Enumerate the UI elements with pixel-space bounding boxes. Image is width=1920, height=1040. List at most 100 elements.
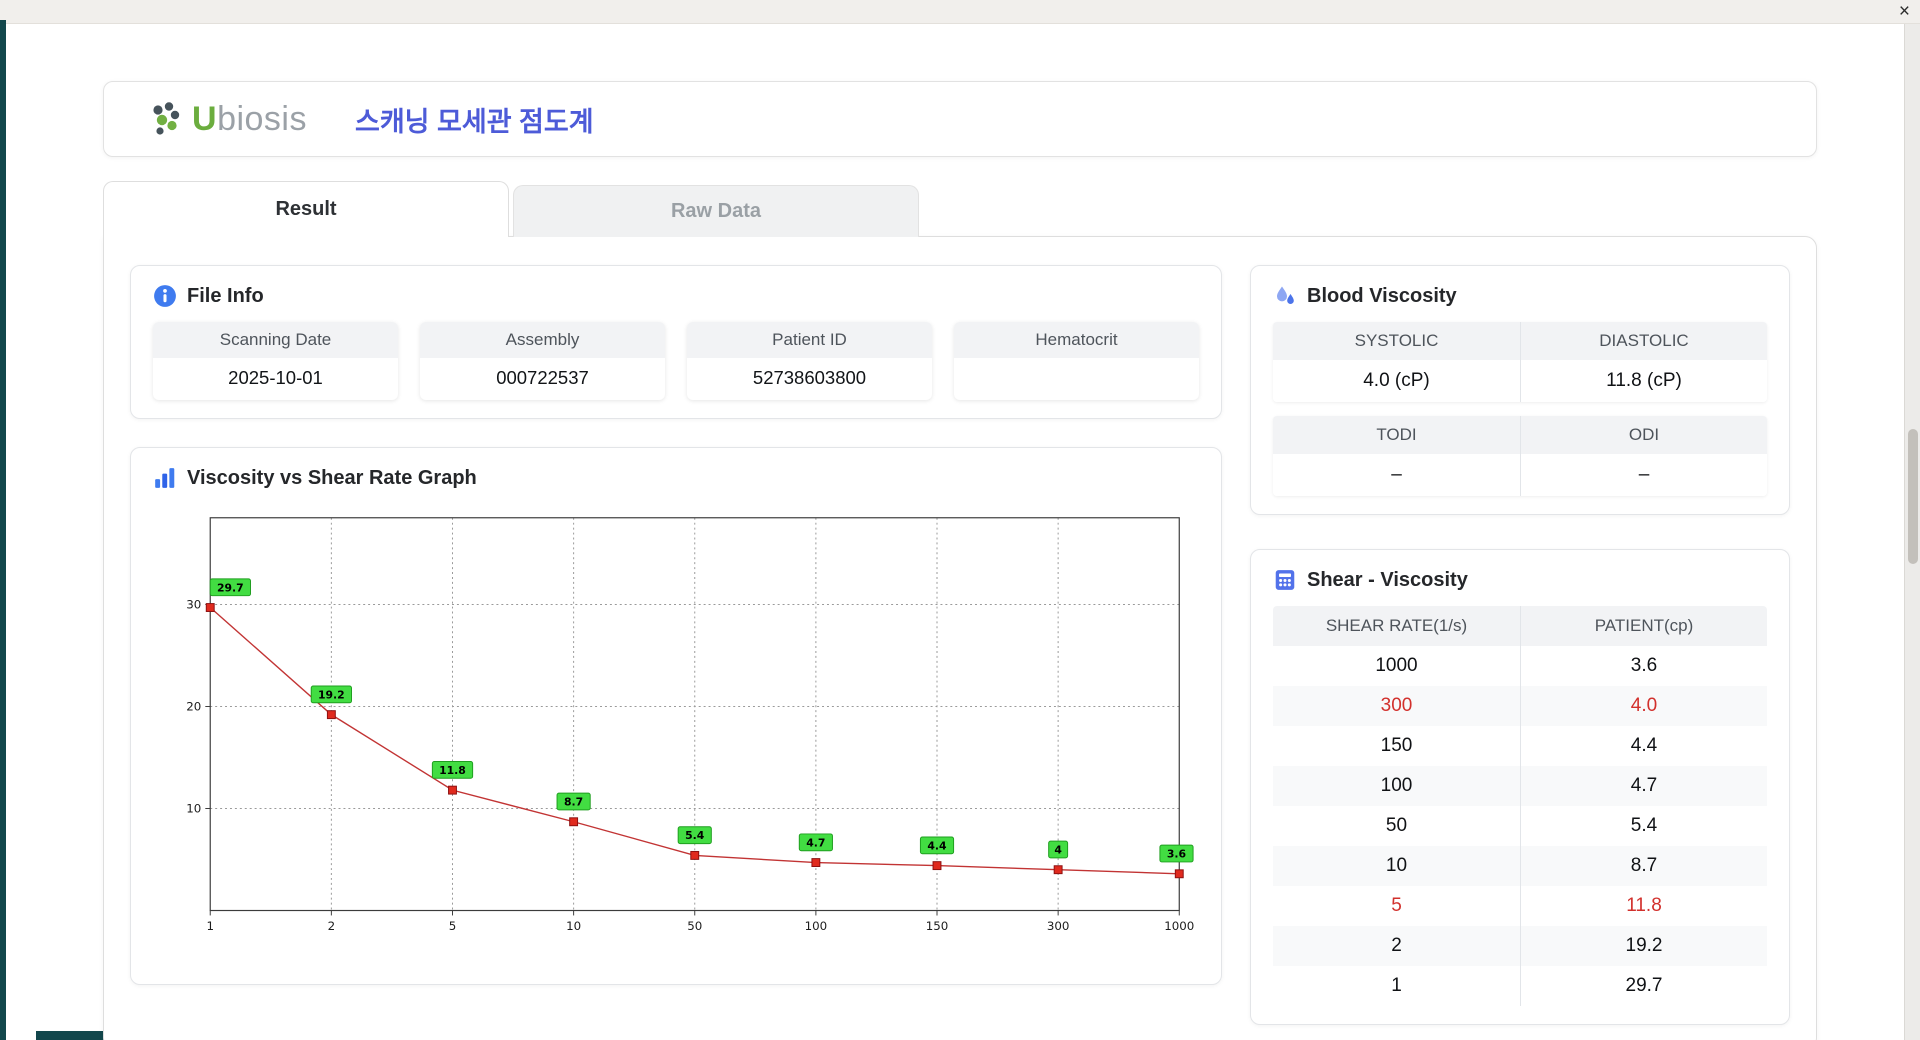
blood-viscosity-header: Blood Viscosity [1273,284,1767,308]
blood-viscosity-title: Blood Viscosity [1307,284,1457,307]
svg-text:20: 20 [186,699,201,713]
table-row: 300 4.0 [1273,686,1767,726]
svg-text:300: 300 [1047,919,1070,933]
table-row: 50 5.4 [1273,806,1767,846]
patient-cell: 11.8 [1520,886,1767,926]
viscosity-chart: 1 2 5 10 50 100 150 300 1000 10 20 30 29.7 19.2 11.8 8.… [186,517,1194,933]
logo-word-biosis: biosis [217,100,307,138]
file-info-card: File Info Scanning Date 2025-10-01 Assembl… [130,265,1222,419]
patient-cell: 8.7 [1520,846,1767,886]
bar-chart-icon [155,468,175,488]
svg-text:100: 100 [805,919,828,933]
field-label: Assembly [420,322,665,358]
scrollbar-thumb[interactable] [1908,429,1918,564]
bv-value-cell: 11.8 (cP) [1520,360,1767,402]
table-row: 150 4.4 [1273,726,1767,766]
shear-rate-cell: 10 [1385,855,1408,876]
bv-header-cell: SYSTOLIC [1273,322,1520,360]
blood-viscosity-table: TODI ODI – – [1273,416,1767,496]
shear-rate-cell: 1000 [1375,655,1418,676]
app-window: Ubiosis 스캐닝 모세관 점도계 Result Raw Data File… [103,81,1817,1040]
shear-table: SHEAR RATE(1/s) PATIENT(cp) 1000 3.6 300 4.… [1273,606,1767,1006]
window-close-button[interactable]: × [1899,0,1910,24]
field-label: Patient ID [687,322,932,358]
blood-viscosity-card: Blood Viscosity SYSTOLIC DIASTOLIC 4.0 (cP… [1250,265,1790,515]
table-row: 2 19.2 [1273,926,1767,966]
patient-cell: 3.6 [1520,646,1767,686]
result-panel: File Info Scanning Date 2025-10-01 Assembl… [103,236,1817,1040]
file-info-field: Patient ID 52738603800 [687,322,932,400]
file-info-field: Hematocrit [954,322,1199,400]
page-title: 스캐닝 모세관 점도계 [355,106,594,137]
patient-cell: 19.2 [1520,926,1767,966]
patient-cell: 29.7 [1520,966,1767,1006]
grapes-logo-icon [153,102,180,135]
shear-rate-cell: 100 [1380,775,1413,796]
patient-cell: 4.4 [1520,726,1767,766]
graph-header: Viscosity vs Shear Rate Graph [153,466,1199,490]
bv-header-cell: ODI [1520,416,1767,454]
info-icon [154,285,176,307]
blood-viscosity-tables: SYSTOLIC DIASTOLIC 4.0 (cP) 11.8 (cP) TODI OD… [1273,322,1767,496]
shear-viscosity-card: Shear - Viscosity SHEAR RATE(1/s) PATIEN… [1250,549,1790,1025]
field-label: Hematocrit [954,322,1199,358]
logo-header: Ubiosis 스캐닝 모세관 점도계 [103,81,1817,157]
svg-text:10: 10 [186,801,201,815]
file-info-fields: Scanning Date 2025-10-01 Assembly 000722537… [153,322,1199,400]
svg-text:1: 1 [206,919,214,933]
tab-bar: Result Raw Data [103,181,1817,237]
logo-letter-u: U [192,100,218,138]
file-info-field: Assembly 000722537 [420,322,665,400]
shear-rate-column-header: SHEAR RATE(1/s) [1325,616,1468,635]
svg-text:150: 150 [926,919,949,933]
svg-text:2: 2 [328,919,336,933]
table-row: 1000 3.6 [1273,646,1767,686]
table-row: 1 29.7 [1273,966,1767,1006]
patient-cell: 4.0 [1520,686,1767,726]
file-info-header: File Info [153,284,1199,308]
page-scrollbar[interactable] [1904,24,1920,1040]
ubiosis-logo: Ubiosis [148,101,307,137]
logo-text: Ubiosis [192,102,307,136]
table-row: 100 4.7 [1273,766,1767,806]
window-titlebar [0,0,1920,24]
shear-rate-cell: 300 [1380,695,1413,716]
patient-cell: 4.7 [1520,766,1767,806]
bv-value-cell: – [1520,454,1767,496]
field-value: 2025-10-01 [228,367,323,388]
shear-rate-cell: 50 [1385,815,1408,836]
tab-result[interactable]: Result [103,181,509,237]
bv-header-cell: TODI [1273,416,1520,454]
bv-header-cell: DIASTOLIC [1520,322,1767,360]
right-column: Blood Viscosity SYSTOLIC DIASTOLIC 4.0 (cP… [1250,265,1790,1025]
file-info-title: File Info [187,284,264,307]
patient-column-header: PATIENT(cp) [1520,606,1767,646]
window-left-border [0,20,6,1040]
field-value: 000722537 [496,367,589,388]
patient-cell: 5.4 [1520,806,1767,846]
shear-rate-cell: 5 [1391,895,1402,916]
graph-card: Viscosity vs Shear Rate Graph 1 2 5 10 50 100… [130,447,1222,985]
file-info-field: Scanning Date 2025-10-01 [153,322,398,400]
svg-text:3.6: 3.6 [1167,847,1186,860]
shear-rate-cell: 1 [1391,975,1402,996]
field-label: Scanning Date [153,322,398,358]
left-column: File Info Scanning Date 2025-10-01 Assembl… [130,265,1222,1025]
shear-viscosity-header: Shear - Viscosity [1273,568,1767,592]
shear-table-body: 1000 3.6 300 4.0 150 4.4 100 4.7 50 5.4 10 8.7 5 11.8… [1273,646,1767,1006]
table-row: 10 8.7 [1273,846,1767,886]
tab-raw-data[interactable]: Raw Data [513,185,919,237]
field-value: 52738603800 [752,367,867,388]
svg-text:4: 4 [1054,843,1062,856]
svg-text:30: 30 [186,597,201,611]
svg-text:5.4: 5.4 [685,829,705,842]
blood-viscosity-table: SYSTOLIC DIASTOLIC 4.0 (cP) 11.8 (cP) [1273,322,1767,402]
shear-viscosity-title: Shear - Viscosity [1307,568,1468,591]
svg-text:29.7: 29.7 [217,581,244,594]
svg-text:19.2: 19.2 [318,688,345,701]
svg-text:10: 10 [566,919,581,933]
bv-value-cell: 4.0 (cP) [1273,360,1520,402]
graph-title: Viscosity vs Shear Rate Graph [187,466,477,489]
field-value [954,358,1199,399]
svg-text:5: 5 [449,919,457,933]
